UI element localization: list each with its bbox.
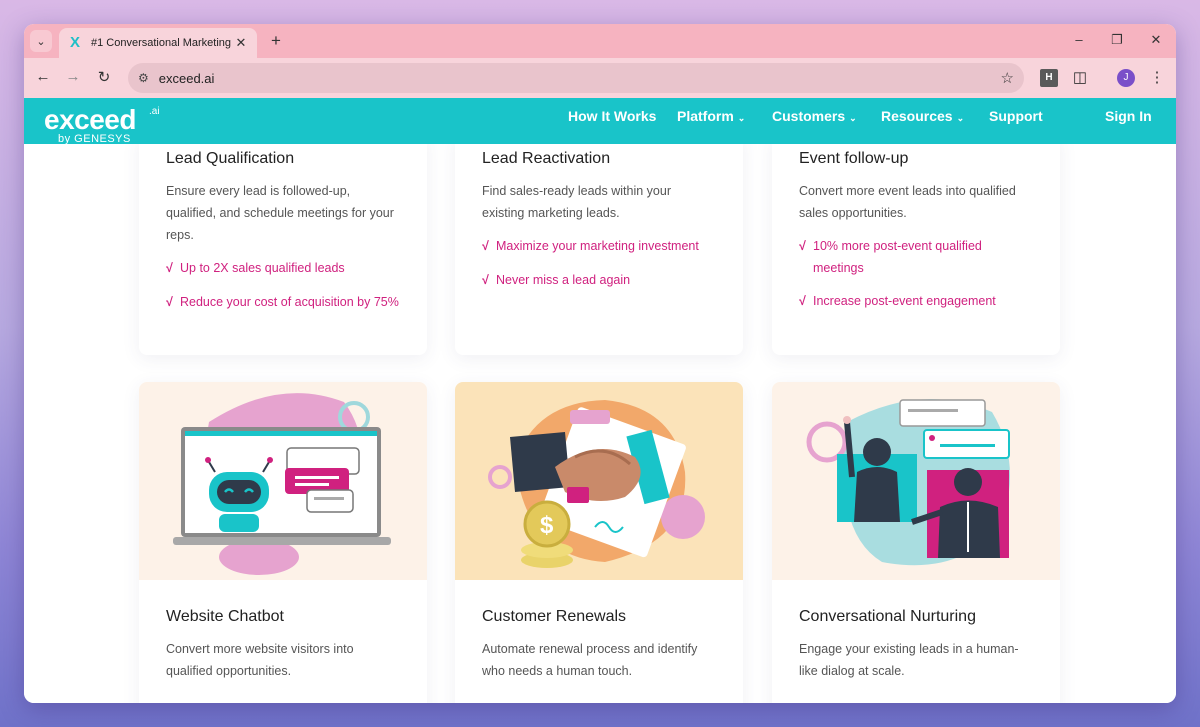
card-title: Lead Reactivation — [482, 150, 611, 167]
site-header: exceed .ai by GENESYS How It Works Platf… — [24, 98, 1176, 145]
restore-icon[interactable]: ❐ — [1105, 32, 1129, 48]
browser-window: ⌄ X #1 Conversational Marketing and Sale… — [24, 24, 1176, 703]
card-title: Event follow-up — [799, 150, 909, 167]
check-icon: √ — [799, 294, 806, 308]
back-icon[interactable]: ← — [32, 68, 54, 85]
benefit-item: √ Maximize your marketing investment — [482, 236, 716, 258]
benefit-item: √ 10% more post-event qualified meetings — [799, 236, 1033, 279]
card-title: Conversational Nurturing — [799, 608, 976, 625]
card-lead-qualification: Lead Qualification Ensure every lead is … — [139, 144, 427, 355]
card-description: Find sales-ready leads within your exist… — [482, 184, 671, 220]
address-bar[interactable]: ⚙ exceed.ai ☆ — [128, 63, 1024, 93]
check-icon: √ — [799, 239, 806, 253]
extensions-puzzle-icon[interactable]: ◫ — [1071, 69, 1089, 87]
benefit-item: √ Up to 2X sales qualified leads — [166, 258, 400, 280]
check-icon: √ — [166, 261, 173, 275]
check-icon: √ — [482, 239, 489, 253]
nav-how-it-works[interactable]: How It Works — [568, 108, 656, 124]
card-description: Automate renewal process and identify wh… — [482, 642, 698, 678]
page-content: Lead Qualification Ensure every lead is … — [24, 144, 1176, 703]
card-website-chatbot: Website Chatbot Convert more website vis… — [139, 382, 427, 703]
card-description: Convert more event leads into qualified … — [799, 184, 1016, 220]
browser-toolbar: ← → ↻ ⚙ exceed.ai ☆ H ◫ J ⋮ — [24, 58, 1176, 98]
url-text[interactable]: exceed.ai — [159, 71, 215, 86]
card-conversational-nurturing: Conversational Nurturing Engage your exi… — [772, 382, 1060, 703]
extension-h-icon[interactable]: H — [1040, 69, 1058, 87]
forward-icon[interactable]: → — [62, 68, 84, 85]
handshake-illustration: $ — [455, 382, 743, 580]
card-description: Convert more website visitors into quali… — [166, 642, 354, 678]
exceed-favicon-icon: X — [69, 34, 80, 51]
nav-resources[interactable]: Resources ⌄ — [881, 108, 964, 124]
bookmark-star-icon[interactable]: ☆ — [1001, 69, 1014, 87]
close-tab-icon[interactable]: ✕ — [233, 35, 249, 51]
nav-support[interactable]: Support — [989, 108, 1043, 124]
nav-platform[interactable]: Platform ⌄ — [677, 108, 745, 124]
chevron-down-icon: ⌄ — [849, 113, 857, 123]
check-icon: √ — [166, 294, 173, 309]
chatbot-illustration — [139, 382, 427, 580]
card-description: Ensure every lead is followed-up, qualif… — [166, 184, 394, 242]
card-lead-reactivation: Lead Reactivation Find sales-ready leads… — [455, 144, 743, 355]
exceed-logo[interactable]: exceed — [44, 104, 136, 136]
benefit-item: √ Never miss a lead again — [482, 270, 716, 292]
benefit-item: √ Reduce your cost of acquisition by 75% — [166, 292, 400, 314]
tab-title: #1 Conversational Marketing and Sales AI — [91, 37, 231, 49]
profile-avatar[interactable]: J — [1117, 69, 1135, 87]
card-title: Website Chatbot — [166, 608, 284, 625]
browser-menu-icon[interactable]: ⋮ — [1148, 69, 1166, 87]
card-description: Engage your existing leads in a human-li… — [799, 642, 1019, 678]
card-event-follow-up: Event follow-up Convert more event leads… — [772, 144, 1060, 355]
card-title: Customer Renewals — [482, 608, 627, 625]
chevron-down-icon: ⌄ — [737, 113, 746, 123]
svg-text:$: $ — [540, 512, 554, 539]
check-icon: √ — [482, 272, 489, 287]
card-customer-renewals: $ Customer Renewals Automate renewal pro… — [455, 382, 743, 703]
chevron-down-icon: ⌄ — [956, 113, 965, 123]
benefit-item: √ Increase post-event engagement — [799, 291, 1033, 313]
browser-tab[interactable]: X #1 Conversational Marketing and Sales … — [59, 28, 257, 58]
tab-strip: ⌄ X #1 Conversational Marketing and Sale… — [24, 24, 1176, 58]
minimize-icon[interactable]: – — [1067, 32, 1091, 47]
nav-customers[interactable]: Customers ⌄ — [772, 108, 857, 124]
sign-in-link[interactable]: Sign In — [1105, 108, 1152, 124]
card-title: Lead Qualification — [166, 150, 295, 167]
tab-search-icon[interactable]: ⌄ — [30, 30, 52, 52]
conversation-illustration — [772, 382, 1060, 580]
site-info-icon[interactable]: ⚙ — [138, 71, 149, 85]
close-window-icon[interactable]: ✕ — [1144, 32, 1168, 48]
new-tab-icon[interactable]: + — [266, 31, 286, 51]
logo-suffix: .ai — [149, 106, 160, 117]
reload-icon[interactable]: ↻ — [93, 68, 115, 86]
